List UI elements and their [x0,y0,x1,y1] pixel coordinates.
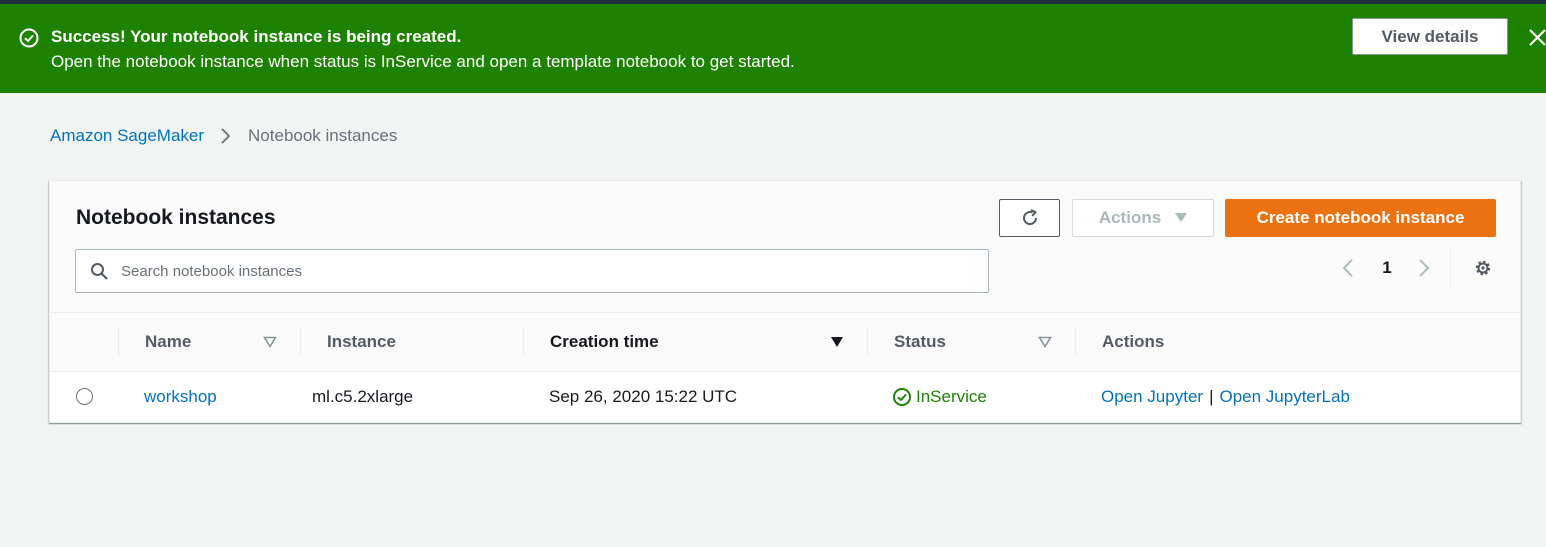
column-divider [118,327,119,357]
search-field[interactable] [75,249,989,293]
chevron-left-icon[interactable] [1340,257,1356,279]
sort-descending-icon[interactable] [830,336,844,348]
column-header-instance[interactable]: Instance [327,313,396,371]
open-jupyterlab-link[interactable]: Open JupyterLab [1219,387,1349,407]
column-header-creation-time[interactable]: Creation time [550,313,659,371]
actions-dropdown-label: Actions [1098,208,1162,227]
action-separator: | [1209,387,1214,406]
column-divider [300,327,301,357]
table-header: Name Instance Creation time Status Actio… [50,312,1520,372]
view-details-button[interactable]: View details [1352,18,1508,55]
table-row: workshop ml.c5.2xlarge Sep 26, 2020 15:2… [50,372,1520,422]
status-badge: InService [892,372,987,422]
flash-title: Success! Your notebook instance is being… [51,27,462,46]
chevron-right-icon [221,128,231,144]
search-input[interactable] [121,250,981,292]
open-jupyter-link[interactable]: Open Jupyter [1101,387,1203,407]
notebook-instances-panel: Notebook instances Actions Create notebo… [49,180,1521,423]
status-text: InService [916,387,987,406]
instance-type: ml.c5.2xlarge [312,387,414,406]
close-icon[interactable] [1529,29,1546,46]
column-divider [1075,327,1076,357]
current-page-number[interactable]: 1 [1380,257,1394,279]
sort-icon[interactable] [263,336,277,348]
creation-time: Sep 26, 2020 15:22 UTC [549,387,738,406]
success-flash-banner: Success! Your notebook instance is being… [0,4,1546,93]
instance-name-link[interactable]: workshop [144,372,217,422]
refresh-icon [1022,209,1037,226]
success-check-icon [19,28,39,48]
panel-title: Notebook instances [76,206,276,229]
chevron-right-icon[interactable] [1416,257,1432,279]
panel-header: Notebook instances Actions Create notebo… [50,181,1520,312]
breadcrumb-current: Notebook instances [248,126,398,145]
column-header-actions: Actions [1102,332,1165,351]
column-header-name[interactable]: Name [145,313,191,371]
flash-message: Open the notebook instance when status i… [51,52,795,71]
column-divider [523,327,524,357]
refresh-button[interactable] [999,199,1060,237]
settings-gear-icon[interactable] [1472,257,1494,279]
pagination-divider [1450,248,1451,288]
breadcrumb: Amazon SageMaker Notebook instances [50,126,397,146]
sort-icon[interactable] [1038,336,1052,348]
search-icon [91,263,108,280]
create-notebook-instance-button[interactable]: Create notebook instance [1225,199,1496,237]
breadcrumb-sagemaker-link[interactable]: Amazon SageMaker [50,126,204,146]
column-header-status[interactable]: Status [894,313,946,371]
actions-dropdown: Actions [1072,199,1214,237]
column-divider [867,327,868,357]
status-ok-icon [893,388,911,406]
caret-down-icon [1175,213,1188,222]
row-actions: Open Jupyter | Open JupyterLab [1101,372,1350,422]
